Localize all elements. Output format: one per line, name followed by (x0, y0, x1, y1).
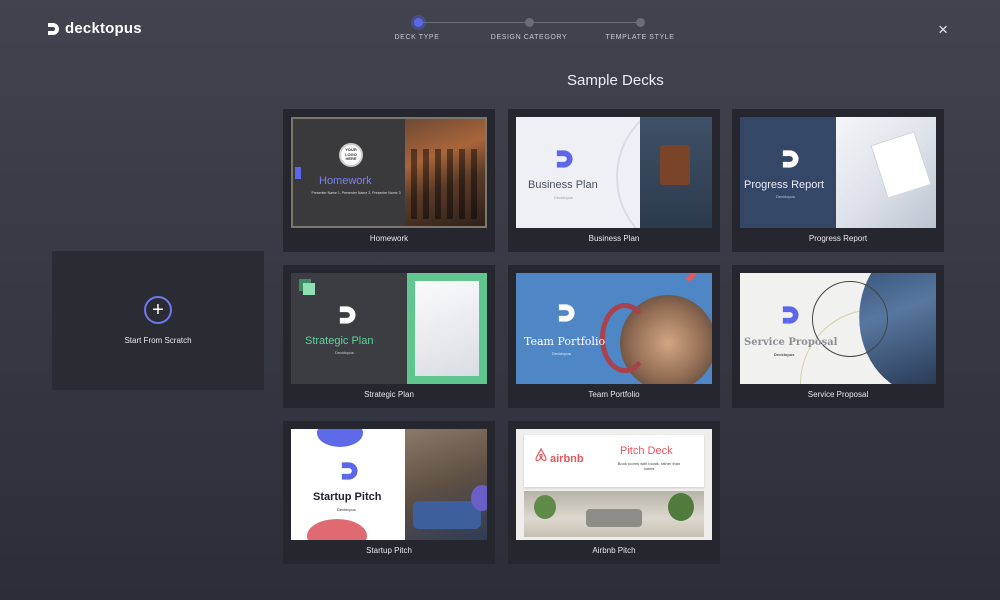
deck-thumbnail: Business Plan Decktopus (516, 117, 712, 228)
deck-card-homework[interactable]: YOUR LOGO HERE Homework Presenter Name 1… (283, 109, 495, 252)
plus-icon: + (144, 296, 172, 324)
deck-thumbnail: Strategic Plan Decktopus (291, 273, 487, 384)
decktopus-logo-icon (48, 22, 59, 35)
deck-card-startup-pitch[interactable]: Startup Pitch Decktopus Startup Pitch (283, 421, 495, 564)
step-label-deck-type[interactable]: DECK TYPE (395, 34, 440, 41)
thumb-brand: airbnb (550, 453, 584, 465)
deck-caption: Progress Report (808, 234, 868, 243)
step-dot-template-style[interactable] (636, 18, 645, 27)
logo-text: decktopus (65, 20, 142, 37)
step-label-design-category[interactable]: DESIGN CATEGORY (491, 34, 567, 41)
deck-card-business-plan[interactable]: Business Plan Decktopus Business Plan (508, 109, 720, 252)
thumb-title: Business Plan (528, 179, 598, 191)
close-icon[interactable]: × (938, 21, 948, 38)
decktopus-logo[interactable]: decktopus (46, 20, 142, 37)
step-dot-deck-type[interactable] (414, 18, 423, 27)
thumb-subtitle: Presenter Name 1, Presenter Name 2, Pres… (311, 191, 401, 195)
thumb-title: Team Portfolio (524, 335, 606, 348)
deck-caption: Strategic Plan (364, 390, 414, 399)
deck-card-progress-report[interactable]: Progress Report Decktopus Progress Repor… (732, 109, 944, 252)
deck-thumbnail: YOUR LOGO HERE Homework Presenter Name 1… (291, 117, 487, 228)
start-from-scratch-label: Start From Scratch (124, 336, 192, 345)
deck-thumbnail: Startup Pitch Decktopus (291, 429, 487, 540)
decktopus-mark-icon (558, 304, 575, 322)
section-title: Sample Decks (567, 72, 664, 89)
thumb-title: Pitch Deck (620, 445, 673, 457)
deck-card-strategic-plan[interactable]: Strategic Plan Decktopus Strategic Plan (283, 265, 495, 408)
deck-caption: Airbnb Pitch (592, 546, 636, 555)
thumb-title: Startup Pitch (313, 491, 382, 503)
thumb-subtitle: Book rooms with locals, rather than hote… (617, 461, 681, 472)
wizard-stepper: DECK TYPE DESIGN CATEGORY TEMPLATE STYLE (388, 14, 688, 48)
thumb-subtitle: Decktopus (554, 195, 573, 200)
deck-thumbnail: airbnb Pitch Deck Book rooms with locals… (516, 429, 712, 540)
deck-caption: Service Proposal (807, 390, 869, 399)
deck-caption: Homework (369, 234, 409, 243)
thumb-title: Homework (319, 175, 372, 187)
deck-caption: Team Portfolio (588, 390, 640, 399)
deck-caption: Business Plan (588, 234, 640, 243)
thumb-subtitle: Decktopus (335, 350, 354, 355)
deck-card-airbnb-pitch[interactable]: airbnb Pitch Deck Book rooms with locals… (508, 421, 720, 564)
deck-thumbnail: Progress Report Decktopus (740, 117, 936, 228)
thumb-subtitle: Decktopus (552, 351, 571, 356)
decktopus-mark-icon (556, 150, 573, 168)
logo-placeholder-badge: YOUR LOGO HERE (339, 143, 363, 167)
deck-card-team-portfolio[interactable]: Team Portfolio Decktopus Team Portfolio (508, 265, 720, 408)
decktopus-mark-icon (339, 306, 356, 324)
deck-thumbnail: Team Portfolio Decktopus (516, 273, 712, 384)
thumb-subtitle: Decktopus (776, 194, 795, 199)
deck-card-service-proposal[interactable]: Service Proposal Decktopus Service Propo… (732, 265, 944, 408)
decktopus-mark-icon (782, 150, 799, 168)
deck-caption: Startup Pitch (366, 546, 412, 555)
start-from-scratch-button[interactable]: + Start From Scratch (52, 251, 264, 390)
thumb-subtitle: Decktopus (337, 507, 356, 512)
thumb-subtitle: Decktopus (774, 352, 795, 357)
deck-thumbnail: Service Proposal Decktopus (740, 273, 936, 384)
thumb-title: Strategic Plan (305, 335, 374, 347)
airbnb-logo-icon (535, 448, 547, 462)
thumb-title: Progress Report (744, 179, 825, 191)
thumb-title: Service Proposal (744, 337, 838, 348)
step-label-template-style[interactable]: TEMPLATE STYLE (606, 34, 675, 41)
decktopus-mark-icon (782, 306, 799, 324)
decktopus-mark-icon (341, 462, 358, 480)
step-dot-design-category[interactable] (525, 18, 534, 27)
